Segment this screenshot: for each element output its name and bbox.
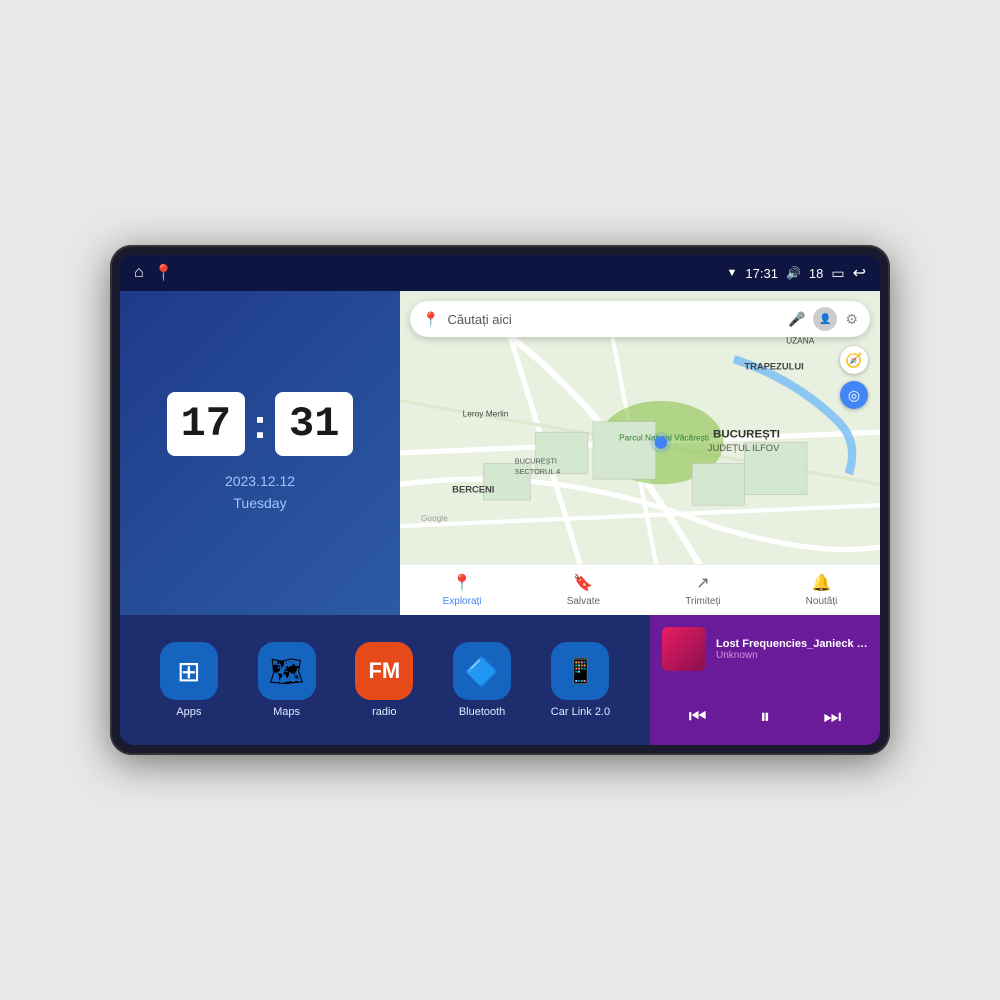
car-display-device: ⌂ 📍 ▼ 17:31 🔊 18 ▭ ↩ 17 : bbox=[110, 245, 890, 755]
status-time: 17:31 bbox=[745, 266, 778, 281]
map-search-pin-icon: 📍 bbox=[422, 311, 439, 328]
maps-icon-bg: 🗺 bbox=[258, 642, 316, 700]
status-left: ⌂ 📍 bbox=[134, 263, 174, 283]
top-section: 17 : 31 2023.12.12 Tuesday bbox=[120, 291, 880, 615]
music-info: Lost Frequencies_Janieck Devy-... Unknow… bbox=[662, 627, 868, 671]
app-launcher: ⊞ Apps 🗺 Maps FM radio bbox=[120, 615, 650, 745]
map-nav-news[interactable]: 🔔 Noutăți bbox=[806, 573, 838, 607]
svg-text:JUDEȚUL ILFOV: JUDEȚUL ILFOV bbox=[708, 442, 780, 453]
signal-down-icon: ▼ bbox=[727, 267, 738, 279]
music-title: Lost Frequencies_Janieck Devy-... bbox=[716, 638, 868, 650]
app-item-apps[interactable]: ⊞ Apps bbox=[160, 642, 218, 718]
map-settings-icon[interactable]: ⚙ bbox=[845, 311, 858, 328]
music-thumbnail bbox=[662, 627, 706, 671]
music-artist: Unknown bbox=[716, 650, 868, 661]
share-icon: ↗ bbox=[696, 573, 709, 593]
explore-icon: 📍 bbox=[452, 573, 472, 593]
saved-label: Salvate bbox=[567, 596, 600, 607]
map-nav-explore[interactable]: 📍 Explorați bbox=[443, 573, 482, 607]
map-nav-share[interactable]: ↗ Trimiteți bbox=[685, 573, 720, 607]
map-avatar[interactable]: 👤 bbox=[813, 307, 837, 331]
radio-icon-bg: FM bbox=[355, 642, 413, 700]
map-mic-icon[interactable]: 🎤 bbox=[788, 311, 805, 328]
maps-label: Maps bbox=[273, 706, 300, 718]
map-pin-icon[interactable]: 📍 bbox=[154, 263, 174, 283]
svg-text:Leroy Merlin: Leroy Merlin bbox=[463, 408, 509, 418]
carlink-icon-bg: 📱 bbox=[551, 642, 609, 700]
clock-hours: 17 bbox=[167, 392, 245, 456]
battery-icon: ▭ bbox=[831, 265, 844, 282]
music-play-button[interactable]: ⏸ bbox=[752, 702, 778, 733]
radio-label: radio bbox=[372, 706, 396, 718]
svg-text:SECTORUL 4: SECTORUL 4 bbox=[515, 467, 560, 476]
map-bottom-bar: 📍 Explorați 🔖 Salvate ↗ Trimiteți 🔔 bbox=[400, 564, 880, 615]
map-location-button[interactable]: ◎ bbox=[840, 381, 868, 409]
carlink-label: Car Link 2.0 bbox=[551, 706, 610, 718]
map-compass[interactable]: 🧭 bbox=[840, 346, 868, 374]
svg-text:BERCENI: BERCENI bbox=[452, 484, 494, 495]
clock-date: 2023.12.12 Tuesday bbox=[225, 470, 295, 515]
music-player: Lost Frequencies_Janieck Devy-... Unknow… bbox=[650, 615, 880, 745]
explore-label: Explorați bbox=[443, 596, 482, 607]
app-item-maps[interactable]: 🗺 Maps bbox=[258, 642, 316, 718]
back-icon[interactable]: ↩ bbox=[853, 263, 866, 283]
svg-text:TRAPEZULUI: TRAPEZULUI bbox=[744, 361, 803, 372]
bottom-section: ⊞ Apps 🗺 Maps FM radio bbox=[120, 615, 880, 745]
music-next-button[interactable]: ⏭ bbox=[815, 702, 849, 733]
screen: ⌂ 📍 ▼ 17:31 🔊 18 ▭ ↩ 17 : bbox=[120, 255, 880, 745]
clock-colon: : bbox=[253, 400, 267, 448]
saved-icon: 🔖 bbox=[573, 573, 593, 593]
music-thumb-art bbox=[662, 627, 706, 671]
svg-text:Google: Google bbox=[421, 513, 448, 523]
bluetooth-label: Bluetooth bbox=[459, 706, 505, 718]
music-controls: ⏮ ⏸ ⏭ bbox=[662, 702, 868, 733]
home-icon[interactable]: ⌂ bbox=[134, 264, 144, 282]
bluetooth-icon: 🔷 bbox=[465, 655, 500, 688]
share-label: Trimiteți bbox=[685, 596, 720, 607]
app-item-carlink[interactable]: 📱 Car Link 2.0 bbox=[551, 642, 610, 718]
svg-text:BUCUREȘTI: BUCUREȘTI bbox=[713, 428, 780, 440]
apps-label: Apps bbox=[176, 706, 201, 718]
news-label: Noutăți bbox=[806, 596, 838, 607]
carlink-icon: 📱 bbox=[566, 657, 596, 686]
map-search-bar[interactable]: 📍 Căutați aici 🎤 👤 ⚙ bbox=[410, 301, 870, 337]
map-widget[interactable]: BUCUREȘTI JUDEȚUL ILFOV BERCENI TRAPEZUL… bbox=[400, 291, 880, 615]
signal-level: 18 bbox=[809, 266, 823, 281]
music-details: Lost Frequencies_Janieck Devy-... Unknow… bbox=[716, 638, 868, 661]
apps-icon: ⊞ bbox=[177, 655, 200, 688]
map-search-text: Căutați aici bbox=[447, 312, 780, 327]
status-bar: ⌂ 📍 ▼ 17:31 🔊 18 ▭ ↩ bbox=[120, 255, 880, 291]
status-right: ▼ 17:31 🔊 18 ▭ ↩ bbox=[727, 263, 867, 283]
clock-minutes: 31 bbox=[275, 392, 353, 456]
app-item-radio[interactable]: FM radio bbox=[355, 642, 413, 718]
clock-display: 17 : 31 bbox=[167, 392, 354, 456]
radio-icon: FM bbox=[368, 658, 400, 684]
app-item-bluetooth[interactable]: 🔷 Bluetooth bbox=[453, 642, 511, 718]
music-prev-button[interactable]: ⏮ bbox=[681, 702, 715, 733]
svg-text:BUCUREȘTI: BUCUREȘTI bbox=[515, 456, 557, 465]
bluetooth-icon-bg: 🔷 bbox=[453, 642, 511, 700]
main-area: 17 : 31 2023.12.12 Tuesday bbox=[120, 291, 880, 745]
volume-icon: 🔊 bbox=[786, 266, 801, 280]
map-nav-saved[interactable]: 🔖 Salvate bbox=[567, 573, 600, 607]
maps-icon: 🗺 bbox=[269, 655, 305, 688]
clock-widget: 17 : 31 2023.12.12 Tuesday bbox=[120, 291, 400, 615]
news-icon: 🔔 bbox=[812, 573, 832, 593]
apps-icon-bg: ⊞ bbox=[160, 642, 218, 700]
